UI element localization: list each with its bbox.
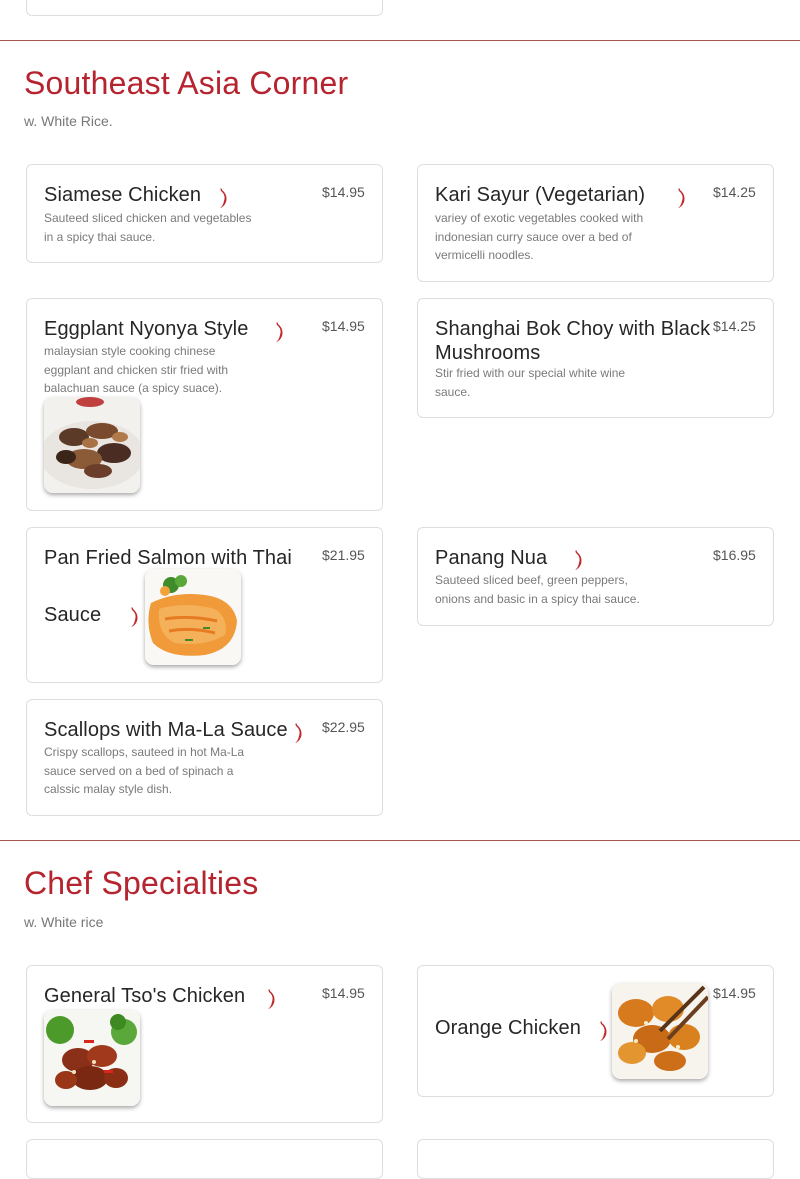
section-subtitle: w. White rice: [24, 914, 104, 930]
eggplant-dish-photo[interactable]: [44, 397, 140, 493]
menu-item-card[interactable]: Kari Sayur (Vegetarian) $14.25 variey of…: [417, 164, 774, 282]
menu-item-price: $22.95: [322, 719, 365, 735]
chili-pepper-icon: [678, 188, 685, 208]
general-tso-dish-photo[interactable]: [44, 1010, 140, 1106]
section-subtitle: w. White Rice.: [24, 113, 113, 129]
menu-item-name: Shanghai Bok Choy with Black Mushrooms: [435, 318, 711, 364]
menu-item-description: Sauteed sliced chicken and vegetables in…: [44, 211, 252, 244]
chili-pepper-icon: [131, 607, 138, 627]
menu-item-description: malaysian style cooking chinese eggplant…: [44, 344, 229, 395]
menu-item-card[interactable]: Siamese Chicken $14.95 Sauteed sliced ch…: [26, 164, 383, 263]
menu-item-description: Stir fried with our special white wine s…: [435, 366, 626, 399]
menu-item-name: Scallops with Ma-La Sauce: [44, 719, 288, 741]
menu-item-card-partial[interactable]: [26, 0, 383, 16]
menu-item-name: Eggplant Nyonya Style: [44, 318, 249, 340]
menu-item-price: $16.95: [713, 547, 756, 563]
menu-item-name: Siamese Chicken: [44, 184, 202, 206]
menu-item-price: $14.95: [322, 985, 365, 1001]
salmon-dish-photo[interactable]: [145, 569, 241, 665]
section-title: Southeast Asia Corner: [24, 65, 349, 101]
orange-chicken-dish-photo[interactable]: [612, 983, 708, 1079]
menu-item-card[interactable]: Panang Nua $16.95 Sauteed sliced beef, g…: [417, 527, 774, 626]
chili-pepper-icon: [575, 550, 582, 570]
chili-pepper-icon: [276, 322, 283, 342]
menu-item-card-partial[interactable]: [26, 1139, 383, 1179]
menu-item-card[interactable]: Orange Chicken $14.95: [417, 965, 774, 1097]
chili-pepper-icon: [268, 989, 275, 1009]
menu-item-card[interactable]: Eggplant Nyonya Style $14.95 malaysian s…: [26, 298, 383, 511]
menu-item-name: Kari Sayur (Vegetarian): [435, 184, 646, 206]
menu-item-price: $14.25: [713, 184, 756, 200]
menu-item-description: variey of exotic vegetables cooked with …: [435, 211, 644, 262]
menu-item-price: $21.95: [322, 547, 365, 563]
menu-item-name: General Tso's Chicken: [44, 985, 246, 1007]
menu-item-card-partial[interactable]: [417, 1139, 774, 1179]
section-divider: [0, 40, 800, 41]
menu-item-price: $14.95: [322, 318, 365, 334]
chili-pepper-icon: [295, 723, 302, 743]
chili-pepper-icon: [220, 188, 227, 208]
section-title: Chef Specialties: [24, 865, 259, 901]
menu-item-price: $14.95: [322, 184, 365, 200]
menu-item-card[interactable]: Scallops with Ma-La Sauce $22.95 Crispy …: [26, 699, 383, 816]
menu-item-price: $14.95: [713, 985, 756, 1001]
menu-item-name: Panang Nua: [435, 547, 548, 569]
menu-item-description: Crispy scallops, sauteed in hot Ma-La sa…: [44, 745, 245, 796]
menu-item-card[interactable]: General Tso's Chicken $14.95: [26, 965, 383, 1123]
section-divider: [0, 840, 800, 841]
menu-item-description: Sauteed sliced beef, green peppers, onio…: [435, 573, 640, 606]
chili-pepper-icon: [600, 1021, 607, 1041]
menu-item-price: $14.25: [713, 318, 756, 334]
menu-item-card[interactable]: Pan Fried Salmon with Thai Sauce $21.95: [26, 527, 383, 683]
menu-item-card[interactable]: Shanghai Bok Choy with Black Mushrooms $…: [417, 298, 774, 418]
menu-item-name: Orange Chicken: [435, 1017, 581, 1039]
